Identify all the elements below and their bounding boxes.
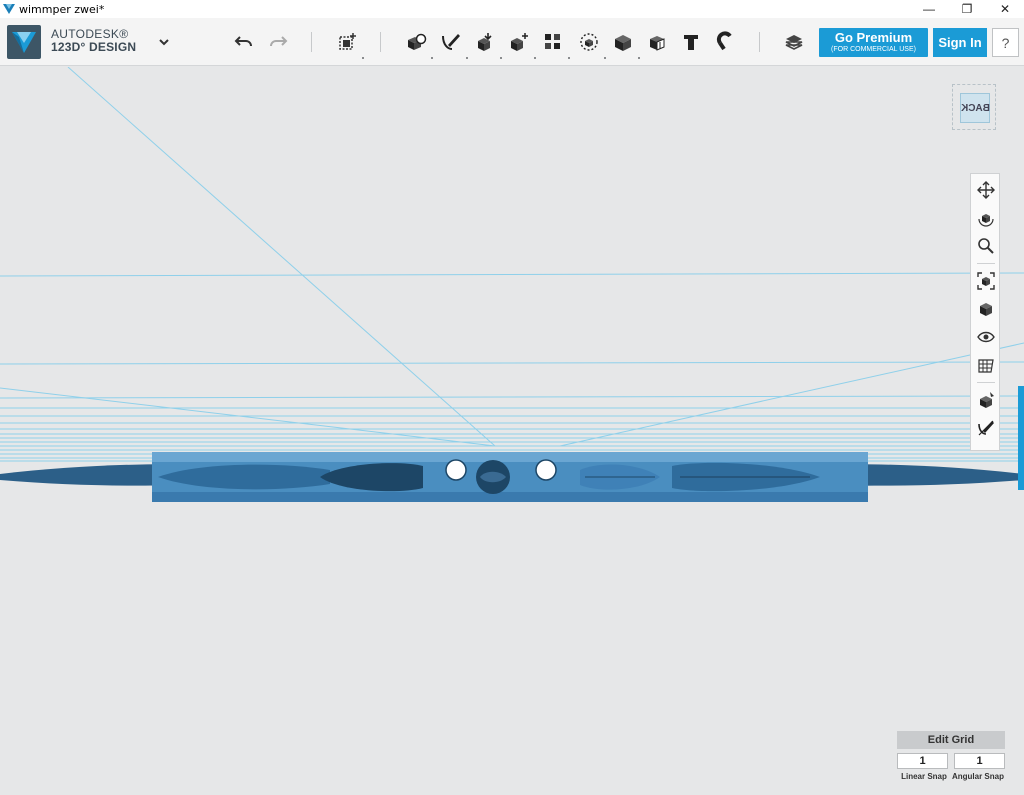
linear-snap-label: Linear Snap [901,772,947,781]
layers-icon[interactable] [782,30,806,54]
restore-icon[interactable]: ❐ [948,0,986,18]
brand-name: AUTODESK® 123D° DESIGN [51,28,136,54]
modify-icon[interactable] [507,30,531,54]
perspective-icon[interactable] [975,298,997,320]
go-premium-button[interactable]: Go Premium (FOR COMMERCIAL USE) [819,28,928,57]
measure-icon[interactable] [645,30,669,54]
text-icon[interactable] [679,30,703,54]
side-panel-tab[interactable] [1018,386,1024,490]
material-icon[interactable] [975,389,997,411]
pattern-icon[interactable] [541,30,565,54]
construct-icon[interactable] [473,30,497,54]
visibility-eye-icon[interactable] [975,326,997,348]
premium-sublabel: (FOR COMMERCIAL USE) [831,46,916,53]
redo-icon[interactable] [266,30,290,54]
orbit-icon[interactable] [975,207,997,229]
fit-view-icon[interactable] [975,270,997,292]
navigation-bar [970,173,1000,451]
close-icon[interactable]: ✕ [986,0,1024,18]
brand-line-2: 123D° DESIGN [51,40,137,54]
help-button[interactable]: ? [992,28,1019,57]
app-logo-icon [3,4,15,14]
title-bar: wimmper zwei* — ❐ ✕ [0,0,1024,18]
view-cube[interactable]: BACK [952,84,996,130]
linear-snap-input[interactable]: 1 [897,753,948,769]
3d-model [0,452,1024,502]
undo-icon[interactable] [232,30,256,54]
angular-snap-label: Angular Snap [951,772,1004,781]
hide-sketch-icon[interactable] [975,417,997,439]
app-window: wimmper zwei* — ❐ ✕ AUTODESK® 123D° DESI… [0,0,1024,795]
window-title: wimmper zwei* [19,2,105,16]
snap-magnet-icon[interactable] [713,30,737,54]
combine-icon[interactable] [611,30,635,54]
view-cube-face[interactable]: BACK [960,93,990,123]
minimize-icon[interactable]: — [910,0,948,18]
chevron-down-icon[interactable] [157,35,171,49]
grouping-icon[interactable] [577,30,601,54]
angular-snap-input[interactable]: 1 [954,753,1005,769]
premium-label: Go Premium [834,30,913,45]
transform-icon[interactable] [335,30,359,54]
scene-canvas [0,67,1024,502]
edit-grid-button[interactable]: Edit Grid [897,731,1005,749]
grid-material-icon[interactable] [975,354,997,376]
sign-in-button[interactable]: Sign In [933,28,987,57]
3d-viewport[interactable] [0,67,1024,795]
edit-grid-panel: Edit Grid 1 1 Linear Snap Angular Snap [897,731,1005,781]
main-toolbar: AUTODESK® 123D° DESIGN Go Premium (FOR C… [0,18,1024,66]
view-cube-label: BACK [960,102,990,114]
pan-icon[interactable] [975,179,997,201]
primitives-icon[interactable] [404,30,428,54]
sketch-icon[interactable] [439,30,463,54]
zoom-icon[interactable] [975,235,997,257]
autodesk-logo[interactable] [7,25,41,59]
grid-lines [0,67,1024,462]
